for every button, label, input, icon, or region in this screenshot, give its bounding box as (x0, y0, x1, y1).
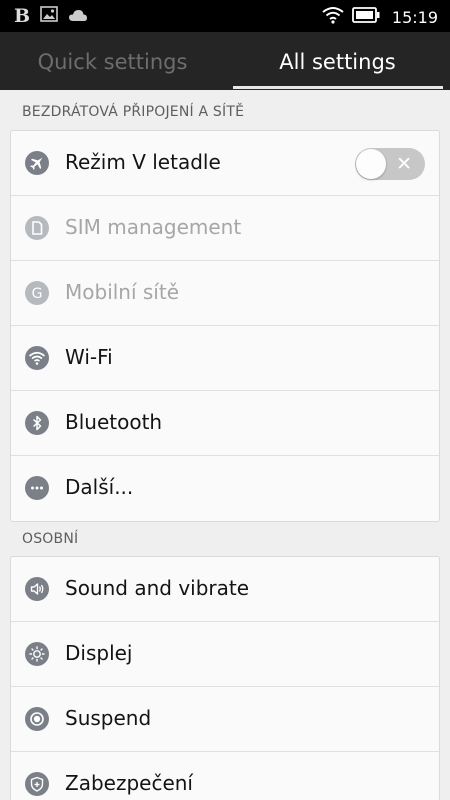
mobile-network-icon: G (25, 281, 49, 305)
personal-settings-card: Sound and vibrate Displej Suspend Zabezp… (10, 556, 440, 800)
setting-label: Mobilní sítě (65, 280, 180, 304)
wireless-settings-card: Režim V letadle ✕ SIM management G Mobil… (10, 130, 440, 522)
clock: 15:19 (391, 7, 438, 27)
system-icons: 15:19 (322, 6, 438, 28)
setting-label: Další... (65, 475, 134, 499)
bluetooth-icon (25, 411, 49, 435)
battery-icon (351, 7, 380, 27)
setting-label: Bluetooth (65, 410, 163, 434)
setting-label: Režim V letadle (65, 150, 221, 174)
setting-display[interactable]: Displej (11, 622, 439, 687)
airplane-mode-toggle[interactable]: ✕ (355, 148, 425, 180)
setting-sound-and-vibrate[interactable]: Sound and vibrate (11, 557, 439, 622)
section-header-personal: OSOBNÍ (22, 531, 79, 547)
tab-bar: Quick settings All settings (0, 32, 450, 90)
setting-sim-management[interactable]: SIM management (11, 196, 439, 261)
setting-security[interactable]: Zabezpečení (11, 752, 439, 800)
wifi-icon (322, 6, 344, 28)
toggle-knob (356, 149, 386, 179)
shield-icon (25, 772, 49, 796)
section-header-wireless: BEZDRÁTOVÁ PŘIPOJENÍ A SÍTĚ (22, 104, 245, 120)
setting-label: Zabezpečení (65, 771, 193, 795)
setting-label: SIM management (65, 215, 242, 239)
airplane-icon (25, 151, 49, 175)
tab-quick-settings[interactable]: Quick settings (0, 32, 225, 90)
speaker-icon (25, 577, 49, 601)
suspend-icon (25, 707, 49, 731)
b-app-icon: B (14, 5, 31, 27)
setting-label: Displej (65, 641, 133, 665)
more-icon (25, 476, 49, 500)
image-icon (40, 6, 58, 26)
setting-wifi[interactable]: Wi-Fi (11, 326, 439, 391)
sim-icon (25, 216, 49, 240)
setting-airplane-mode[interactable]: Režim V letadle ✕ (11, 131, 439, 196)
setting-mobile-networks[interactable]: G Mobilní sítě (11, 261, 439, 326)
setting-bluetooth[interactable]: Bluetooth (11, 391, 439, 456)
active-tab-indicator (233, 86, 443, 89)
tab-all-settings[interactable]: All settings (225, 32, 450, 90)
setting-suspend[interactable]: Suspend (11, 687, 439, 752)
setting-label: Suspend (65, 706, 152, 730)
setting-label: Wi-Fi (65, 345, 113, 369)
close-icon: ✕ (396, 153, 412, 175)
status-bar: B 15:19 (0, 0, 450, 32)
wifi-icon (25, 346, 49, 370)
brightness-icon (25, 642, 49, 666)
cloud-icon (68, 7, 88, 26)
setting-label: Sound and vibrate (65, 576, 250, 600)
setting-more[interactable]: Další... (11, 456, 439, 521)
svg-text:G: G (32, 286, 43, 302)
notification-icons: B (14, 5, 88, 27)
